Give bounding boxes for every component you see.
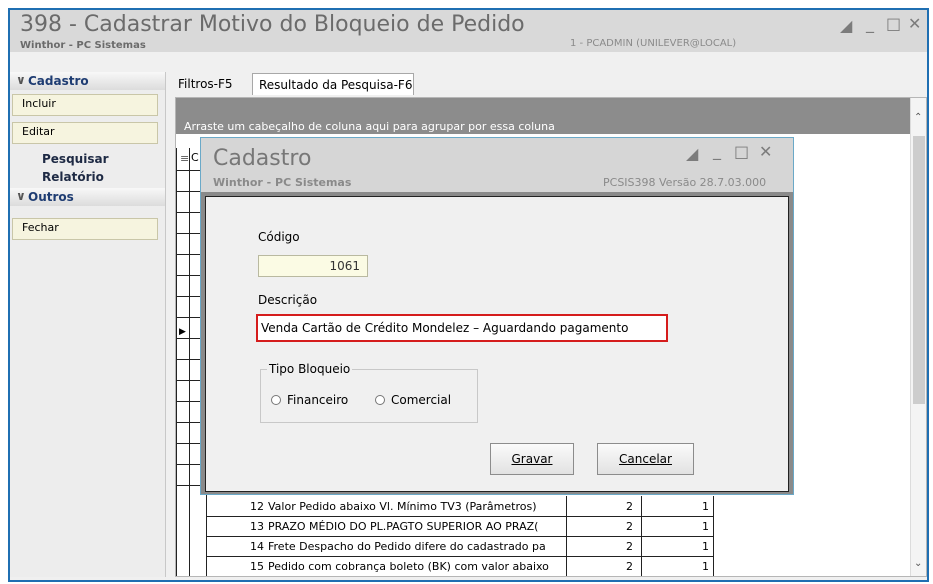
descricao-field[interactable]: Venda Cartão de Crédito Mondelez – Aguar… <box>256 314 668 342</box>
grid-line <box>713 496 714 576</box>
sidebar-header-label: Cadastro <box>28 74 89 88</box>
codigo-field[interactable]: 1061 <box>258 255 368 277</box>
pesquisar-button[interactable]: Pesquisar <box>10 150 165 168</box>
dialog-subtitle: Winthor - PC Sistemas <box>213 176 352 189</box>
radio-comercial[interactable]: Comercial <box>375 392 465 408</box>
row-code: 15 <box>250 560 264 573</box>
row-description: Pedido com cobrança boleto (BK) com valo… <box>268 560 549 573</box>
pesquisar-label: Pesquisar <box>42 152 109 166</box>
user-info: 1 - PCADMIN (UNILEVER@LOCAL) <box>570 38 737 49</box>
row-col3: 2 <box>626 560 633 573</box>
tab-filtros[interactable]: Filtros-F5 <box>172 73 247 95</box>
sidebar-header-cadastro[interactable]: ∨ Cadastro <box>10 72 165 90</box>
dialog-version: PCSIS398 Versão 28.7.03.000 <box>603 176 767 189</box>
close-icon[interactable]: ✕ <box>759 142 772 161</box>
radio-circle[interactable] <box>375 395 385 405</box>
row-description: Valor Pedido abaixo Vl. Mínimo TV3 (Parâ… <box>268 500 537 513</box>
table-row[interactable]: 12 Valor Pedido abaixo Vl. Mínimo TV3 (P… <box>206 498 713 516</box>
scroll-up-icon[interactable]: ⌃ <box>914 112 922 123</box>
grid-line <box>206 516 713 517</box>
row-col3: 2 <box>626 500 633 513</box>
radio-financeiro-label: Financeiro <box>287 393 349 407</box>
descricao-label: Descrição <box>258 293 318 307</box>
dialog-title: Cadastro <box>213 146 312 171</box>
relatorio-label: Relatório <box>42 170 104 184</box>
row-col4: 1 <box>702 500 709 513</box>
scroll-thumb[interactable] <box>913 136 925 404</box>
radio-financeiro[interactable]: Financeiro <box>271 392 361 408</box>
tipo-bloqueio-label: Tipo Bloqueio <box>267 362 353 376</box>
sidebar-header-label: Outros <box>28 190 74 204</box>
row-col3: 2 <box>626 540 633 553</box>
restore-icon[interactable]: ◢ <box>686 144 698 163</box>
row-indicator-icon: ▶ <box>179 327 186 337</box>
row-col4: 1 <box>702 520 709 533</box>
window-subtitle: Winthor - PC Sistemas <box>20 40 146 51</box>
editar-button[interactable]: Editar <box>12 122 158 144</box>
radio-circle[interactable] <box>271 395 281 405</box>
minimize-icon[interactable]: _ <box>866 14 874 33</box>
grid-line <box>206 536 713 537</box>
vertical-scrollbar[interactable]: ⌃ ⌄ <box>910 98 926 576</box>
row-col4: 1 <box>702 560 709 573</box>
cancelar-button[interactable]: Cancelar <box>597 443 694 475</box>
dialog-title-bar: Cadastro Winthor - PC Sistemas PCSIS398 … <box>201 138 793 192</box>
row-code: 14 <box>250 540 264 553</box>
column-header-partial: C <box>191 151 199 164</box>
minimize-icon[interactable]: _ <box>713 141 721 160</box>
chevron-down-icon: ∨ <box>16 73 26 87</box>
relatorio-button[interactable]: Relatório <box>10 168 165 186</box>
gravar-button[interactable]: Gravar <box>490 443 574 475</box>
main-title-bar: 398 - Cadastrar Motivo do Bloqueio de Pe… <box>10 10 927 52</box>
group-hint: Arraste um cabeçalho de coluna aqui para… <box>184 120 555 133</box>
dialog-body: Código 1061 Descrição Venda Cartão de Cr… <box>205 196 789 492</box>
table-row[interactable]: 15 Pedido com cobrança boleto (BK) com v… <box>206 558 713 576</box>
cadastro-dialog: Cadastro Winthor - PC Sistemas PCSIS398 … <box>200 137 794 495</box>
gravar-label: Gravar <box>511 452 553 466</box>
scroll-down-icon[interactable]: ⌄ <box>914 558 922 569</box>
sidebar: ∨ Cadastro Incluir Editar Pesquisar Rela… <box>10 72 166 577</box>
row-description: Frete Despacho do Pedido difere do cadas… <box>268 540 546 553</box>
tab-resultado[interactable]: Resultado da Pesquisa-F6 <box>252 73 414 95</box>
restore-icon[interactable]: ◢ <box>840 16 852 35</box>
close-icon[interactable]: ✕ <box>908 14 921 33</box>
column-chooser-icon[interactable]: ≡ <box>180 152 189 165</box>
maximize-icon[interactable]: □ <box>734 142 749 161</box>
row-code: 12 <box>250 500 264 513</box>
table-row[interactable]: 13 PRAZO MÉDIO DO PL.PAGTO SUPERIOR AO P… <box>206 518 713 536</box>
table-row[interactable]: 14 Frete Despacho do Pedido difere do ca… <box>206 538 713 556</box>
group-by-bar[interactable]: Arraste um cabeçalho de coluna aqui para… <box>176 98 910 134</box>
cancelar-label: Cancelar <box>619 452 672 466</box>
tipo-bloqueio-group: Tipo Bloqueio Financeiro Comercial <box>260 362 478 423</box>
fechar-button[interactable]: Fechar <box>12 218 158 240</box>
grid-line <box>206 556 713 557</box>
radio-comercial-label: Comercial <box>391 393 452 407</box>
window-title: 398 - Cadastrar Motivo do Bloqueio de Pe… <box>20 12 525 37</box>
codigo-label: Código <box>258 230 300 244</box>
row-col4: 1 <box>702 540 709 553</box>
sidebar-header-outros[interactable]: ∨ Outros <box>10 188 165 206</box>
row-col3: 2 <box>626 520 633 533</box>
row-description: PRAZO MÉDIO DO PL.PAGTO SUPERIOR AO PRAZ… <box>268 520 539 533</box>
row-code: 13 <box>250 520 264 533</box>
chevron-down-icon: ∨ <box>16 189 26 203</box>
maximize-icon[interactable]: □ <box>886 14 901 33</box>
incluir-button[interactable]: Incluir <box>12 94 158 116</box>
